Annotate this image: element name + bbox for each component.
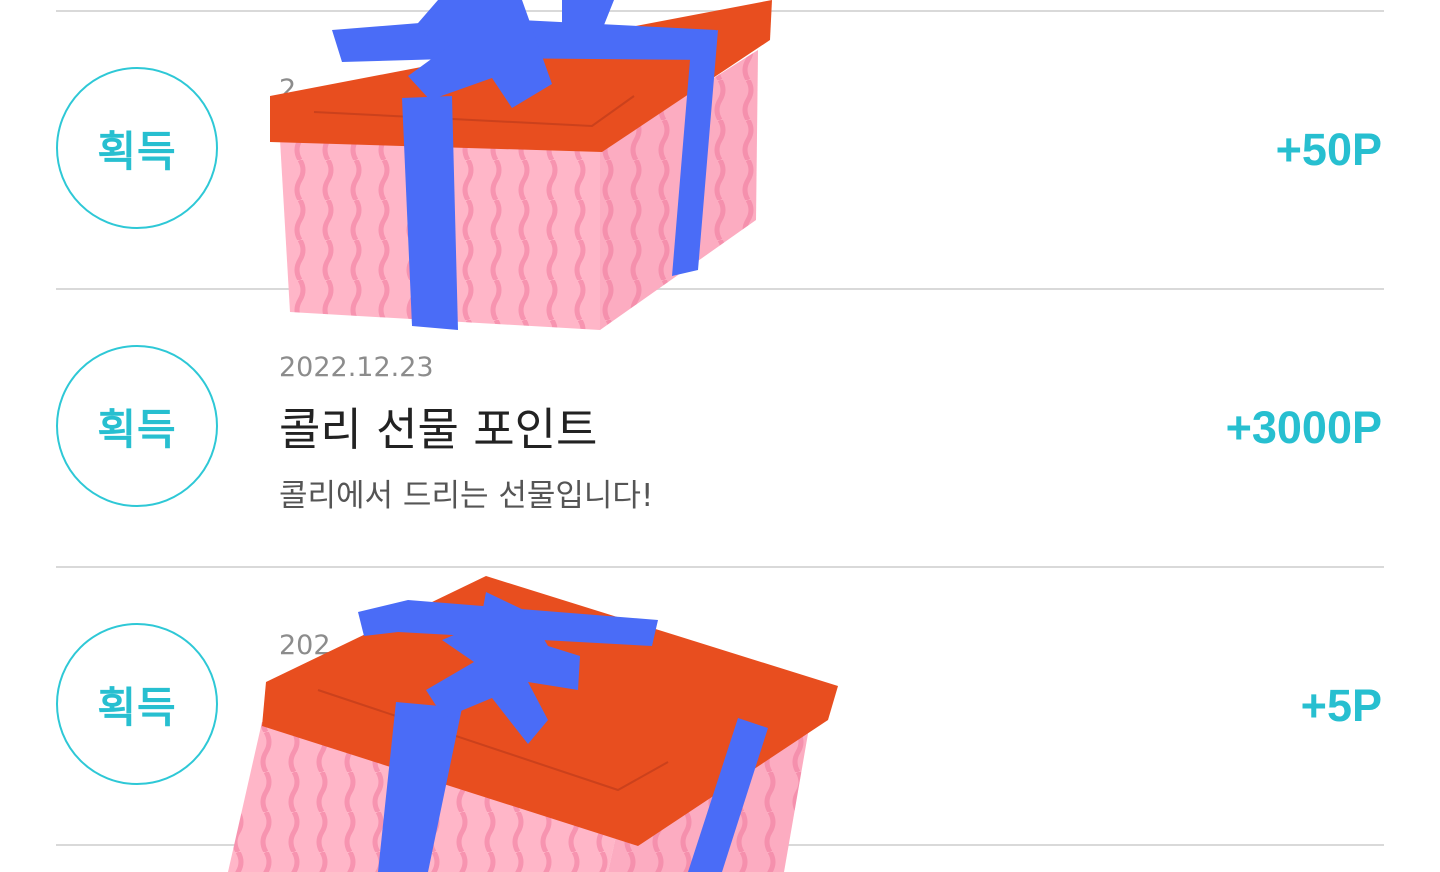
item-date: 2 (279, 74, 297, 105)
earned-badge: 획득 (56, 623, 218, 785)
points-history-item[interactable]: 획득 2 ! +50P (0, 12, 1440, 288)
points-history-screen: 획득 2 ! +50P 획득 2022.12.23 콜리 선물 포인트 콜리에서… (0, 0, 1440, 872)
points-amount: +5P (1300, 680, 1382, 731)
earned-badge: 획득 (56, 67, 218, 229)
divider (56, 844, 1384, 846)
item-title: 콜리 선물 포인트 (279, 403, 598, 456)
points-history-item[interactable]: 획득 202 +5P (0, 568, 1440, 844)
item-description: 콜리에서 드리는 선물입니다! (279, 478, 654, 514)
item-date: 2022.12.23 (279, 352, 434, 383)
item-date: 202 (279, 630, 331, 661)
points-amount: +3000P (1225, 402, 1382, 453)
item-description: ! (740, 192, 753, 228)
earned-badge: 획득 (56, 345, 218, 507)
points-history-item[interactable]: 획득 2022.12.23 콜리 선물 포인트 콜리에서 드리는 선물입니다! … (0, 290, 1440, 566)
points-amount: +50P (1275, 124, 1382, 175)
